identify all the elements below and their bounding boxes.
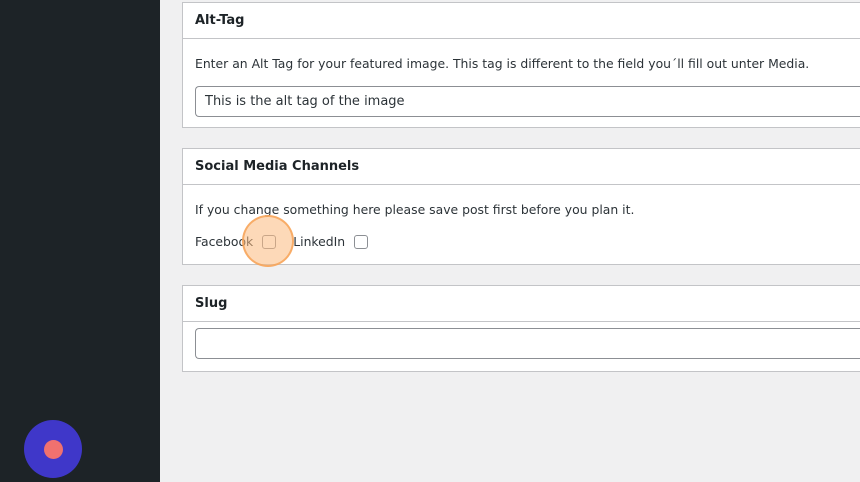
social-channel-options: Facebook LinkedIn: [195, 214, 369, 267]
alt-tag-panel: Alt-Tag Enter an Alt Tag for your featur…: [182, 2, 860, 128]
facebook-checkbox-wrap: [242, 214, 295, 267]
record-button[interactable]: [24, 420, 82, 478]
linkedin-checkbox[interactable]: [354, 234, 369, 249]
social-media-description: If you change something here please save…: [195, 202, 635, 217]
social-media-panel: Social Media Channels If you change some…: [182, 148, 860, 267]
main-content: Alt-Tag Enter an Alt Tag for your featur…: [160, 0, 860, 482]
facebook-label: Facebook: [195, 234, 254, 249]
alt-tag-description: Enter an Alt Tag for your featured image…: [195, 56, 810, 71]
linkedin-label: LinkedIn: [293, 234, 346, 249]
alt-tag-panel-title: Alt-Tag: [183, 3, 860, 39]
facebook-checkbox[interactable]: [262, 234, 277, 249]
slug-panel: Slug: [182, 285, 860, 372]
record-icon: [43, 439, 63, 459]
slug-input[interactable]: [195, 328, 860, 359]
alt-tag-input[interactable]: This is the alt tag of the image: [195, 86, 860, 117]
social-media-panel-title: Social Media Channels: [183, 149, 860, 185]
admin-sidebar: [0, 0, 160, 482]
slug-panel-title: Slug: [183, 286, 860, 322]
